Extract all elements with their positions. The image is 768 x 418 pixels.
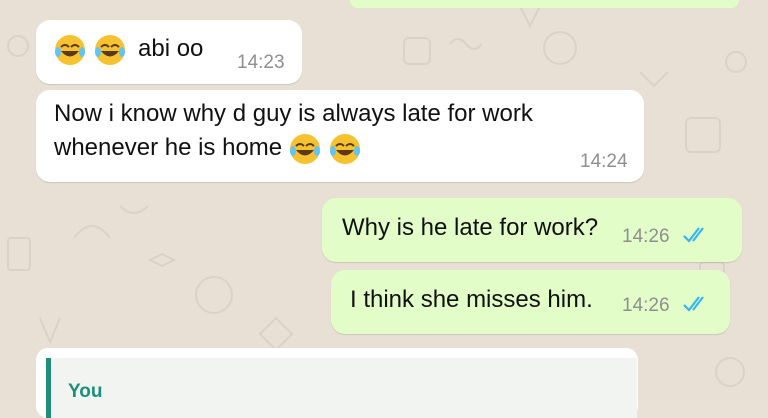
message-time: 14:26: [622, 295, 670, 316]
message-time: 14:26: [622, 226, 670, 247]
message-text: Why is he late for work?: [342, 214, 599, 241]
tears-of-joy-emoji-icon: [330, 134, 360, 164]
tears-of-joy-emoji-icon: [95, 35, 125, 65]
previous-outgoing-bubble-edge: [350, 0, 739, 8]
message-time: 14:24: [580, 151, 628, 172]
read-double-tick-icon: [683, 296, 704, 312]
message-text: abi oo: [138, 35, 204, 62]
message-time: 14:23: [237, 52, 285, 73]
tears-of-joy-emoji-icon: [290, 134, 320, 164]
read-double-tick-icon: [683, 227, 704, 243]
tears-of-joy-emoji-icon: [55, 35, 85, 65]
quoted-message-preview[interactable]: [46, 358, 637, 418]
message-text: I think she misses him.: [350, 286, 593, 313]
